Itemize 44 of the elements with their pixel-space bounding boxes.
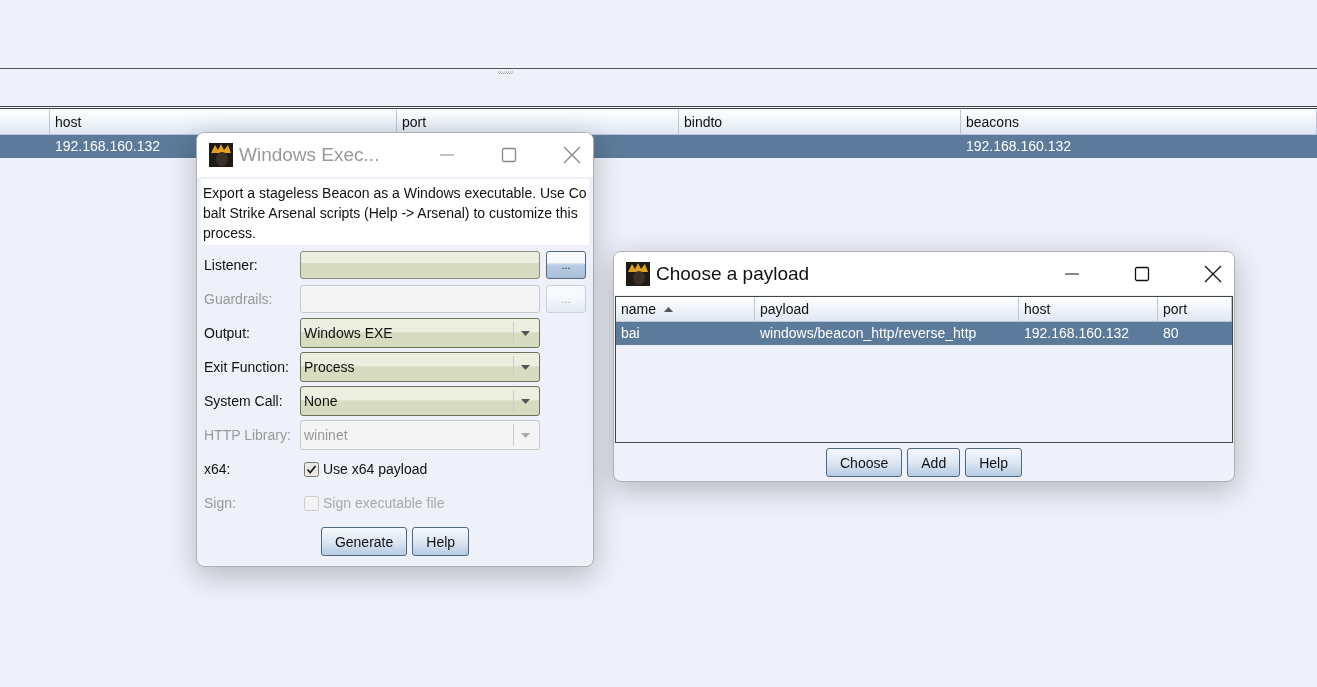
checkbox[interactable]: Use x64 payload: [304, 461, 428, 477]
table-cell-text: bai: [620, 324, 641, 343]
column-header[interactable]: payload: [755, 297, 1019, 321]
field-label: Output:: [204, 325, 251, 341]
table-cell-text: 192.168.160.132: [1023, 324, 1131, 343]
window-title: Choose a payload: [656, 262, 811, 285]
dropdown-arrow-icon: [520, 330, 530, 336]
input-field[interactable]: [300, 251, 540, 279]
field-label: Sign:: [204, 495, 237, 511]
dialog-button[interactable]: Add: [907, 448, 961, 477]
description-text: Export a stageless Beacon as a Windows executable. Use Cobalt Strike Arsenal scripts (Help -> Arsenal) to customize this process.: [201, 179, 589, 245]
input-field[interactable]: [300, 285, 540, 313]
field-label: Exit Function:: [204, 359, 290, 375]
dropdown[interactable]: None: [300, 386, 540, 416]
dropdown-arrow-icon: [520, 364, 530, 370]
splitter-grip-icon[interactable]: [497, 71, 515, 74]
dialog-button[interactable]: Generate: [320, 527, 408, 556]
table-cell: 192.168.160.132: [55, 138, 161, 154]
dialog-button[interactable]: Choose: [826, 448, 903, 477]
table-row[interactable]: bai windows/beacon_http/reverse_http 192.168.160.132 80: [616, 322, 1232, 345]
maximize-icon[interactable]: [1134, 265, 1150, 282]
browse-button[interactable]: ...: [546, 251, 586, 279]
field-label: x64:: [204, 461, 232, 477]
dialog-button[interactable]: Help: [965, 448, 1022, 477]
field-label: System Call:: [204, 393, 284, 409]
table-cell-text: 80: [1162, 324, 1180, 343]
column-header[interactable]: beacons: [961, 110, 1317, 134]
field-label: Guardrails:: [204, 291, 274, 307]
app-icon: [209, 143, 233, 167]
column-header[interactable]: host: [1019, 297, 1158, 321]
close-icon[interactable]: [1204, 264, 1222, 283]
app-icon: [626, 261, 650, 286]
field-label: HTTP Library:: [204, 427, 292, 443]
dropdown-arrow-icon: [520, 432, 530, 438]
table-cell: 192.168.160.132: [966, 138, 1072, 154]
field-label: Listener:: [204, 257, 259, 273]
column-header[interactable]: name: [616, 297, 755, 321]
dialog-button[interactable]: Help: [412, 527, 470, 556]
table-cell-text: windows/beacon_http/reverse_http: [759, 324, 978, 343]
dropdown-arrow-icon: [520, 398, 530, 404]
column-header[interactable]: bindto: [679, 110, 961, 134]
dropdown[interactable]: Windows EXE: [300, 318, 540, 348]
column-header[interactable]: port: [1158, 297, 1232, 321]
dropdown[interactable]: Process: [300, 352, 540, 382]
